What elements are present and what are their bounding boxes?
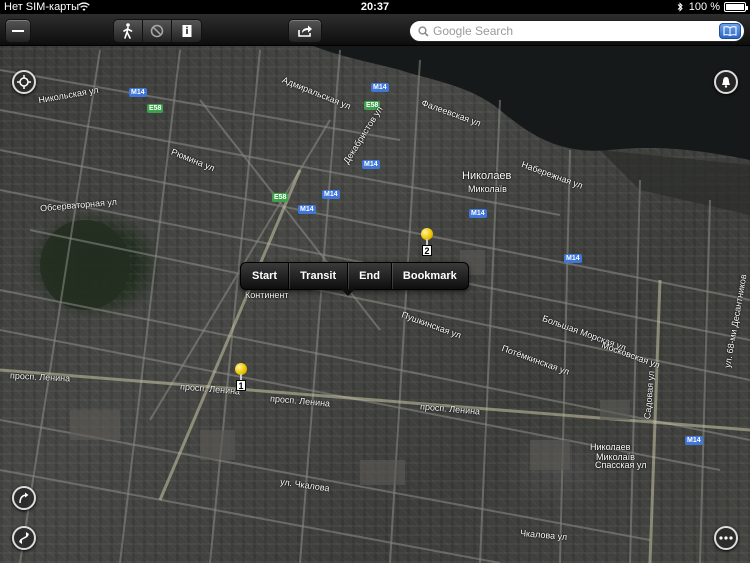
alert-button[interactable] <box>714 70 738 94</box>
search-icon <box>418 25 429 37</box>
map-toolbar <box>0 14 750 46</box>
road-shield-m14: M14 <box>129 88 147 97</box>
battery-fill <box>726 4 744 10</box>
road-shield-m14: M14 <box>362 160 380 169</box>
road-shield-e58: E58 <box>272 193 289 202</box>
start-button[interactable]: Start <box>241 263 290 289</box>
walking-person-icon <box>123 23 133 39</box>
bookmark-button[interactable]: Bookmark <box>392 263 468 289</box>
minus-icon <box>12 30 24 32</box>
more-button[interactable] <box>714 526 738 550</box>
no-entry-icon <box>150 24 164 38</box>
satellite-map[interactable]: M14 E58 M14 E58 M14 E58 M14 M14 M14 M14 … <box>0 0 750 563</box>
river <box>300 40 750 160</box>
bookmarks-button[interactable] <box>719 23 741 39</box>
city-label-small: Николаев <box>590 442 631 452</box>
bluetooth-icon <box>677 2 683 12</box>
bell-icon <box>722 77 730 88</box>
end-button[interactable]: End <box>348 263 392 289</box>
battery-icon <box>724 2 748 12</box>
battery-percent: 100 % <box>688 1 720 13</box>
directions-button[interactable] <box>12 486 36 510</box>
search-input[interactable] <box>429 22 719 40</box>
transit-button[interactable]: Transit <box>289 263 349 289</box>
road-shield-m14: M14 <box>298 205 316 214</box>
locate-icon <box>17 75 31 89</box>
map-pin-1[interactable]: 1 <box>234 363 248 393</box>
road-shield-m14: M14 <box>322 190 340 199</box>
place-label: Континент <box>245 290 289 300</box>
pin-callout-menu: Start Transit End Bookmark <box>240 262 469 296</box>
pin-number: 2 <box>422 245 432 256</box>
curved-arrow-icon <box>19 492 29 504</box>
open-book-icon <box>723 26 737 36</box>
ellipsis-icon <box>719 536 733 540</box>
minimize-button[interactable] <box>5 19 31 43</box>
city-label: Николаев <box>462 170 512 182</box>
share-button[interactable] <box>288 19 322 43</box>
port-area <box>600 150 750 215</box>
road-shield-m14: M14 <box>371 83 389 92</box>
share-arrow-icon <box>298 25 312 37</box>
pin-number: 1 <box>236 380 246 391</box>
road-shield-m14: M14 <box>469 209 487 218</box>
road-shield-m14: M14 <box>564 254 582 263</box>
route-arrows-icon <box>19 532 29 544</box>
road-shield-m14: M14 <box>685 436 703 445</box>
route-button[interactable] <box>12 526 36 550</box>
park <box>40 220 130 310</box>
mode-segmented-control <box>113 19 202 43</box>
status-right: 100 % <box>675 0 748 14</box>
info-button[interactable] <box>172 20 201 42</box>
status-bar: Нет SIM-карты 20:37 100 % <box>0 0 750 14</box>
clock: 20:37 <box>360 1 390 13</box>
no-entry-button[interactable] <box>143 20 172 42</box>
search-bar <box>409 20 745 42</box>
city-label-small-secondary: Миколаїв <box>596 452 635 462</box>
map-pin-2[interactable]: 2 <box>420 228 434 258</box>
city-label-secondary: Миколаїв <box>468 184 507 194</box>
info-book-icon <box>182 25 191 37</box>
locate-button[interactable] <box>12 70 36 94</box>
walking-button[interactable] <box>114 20 143 42</box>
road-shield-e58: E58 <box>147 104 164 113</box>
